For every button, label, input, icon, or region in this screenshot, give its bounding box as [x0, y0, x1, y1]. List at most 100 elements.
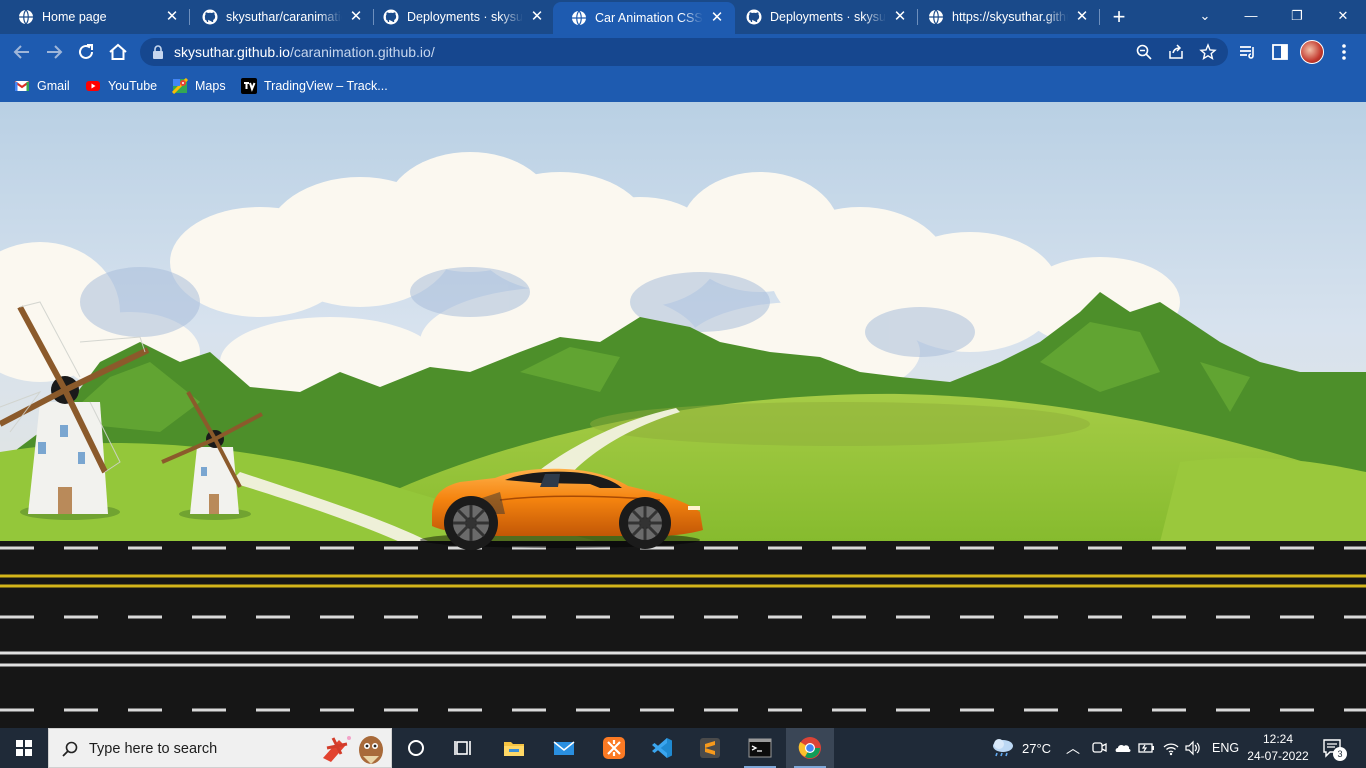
animation-scene	[0, 102, 1366, 728]
bookmark-label: Gmail	[37, 79, 70, 93]
bookmark-label: Maps	[195, 79, 226, 93]
car-animation-page	[0, 102, 1366, 728]
taskbar-xampp[interactable]	[590, 728, 638, 768]
chevron-down-icon[interactable]: ⌄	[1190, 4, 1220, 28]
volume-icon[interactable]	[1184, 739, 1202, 757]
close-icon[interactable]: ✕	[348, 9, 364, 25]
language-indicator[interactable]: ENG	[1212, 728, 1239, 768]
tab-title: Deployments · skysuthar	[770, 10, 886, 24]
tradingview-icon	[241, 78, 257, 94]
url-path: /caranimation.github.io/	[289, 44, 435, 60]
youtube-icon	[86, 81, 100, 91]
meet-now-icon[interactable]	[1091, 740, 1107, 756]
minimize-icon[interactable]: —	[1236, 4, 1266, 28]
weather-widget[interactable]: 27°C	[990, 728, 1051, 768]
close-icon[interactable]: ✕	[1074, 9, 1090, 25]
back-arrow-icon[interactable]	[10, 40, 34, 64]
tab-repository[interactable]: skysuthar/caranimation ✕	[184, 0, 374, 34]
chrome-icon	[798, 737, 821, 759]
vscode-icon	[652, 738, 672, 758]
task-view-button[interactable]	[440, 728, 488, 768]
windows-taskbar: Type here to search 27°C ︿ ENG 12:24 24-…	[0, 728, 1366, 768]
maps-icon	[172, 78, 188, 94]
clock-date: 24-07-2022	[1247, 749, 1309, 763]
new-tab-button[interactable]: +	[1108, 6, 1130, 29]
tab-divider	[1099, 9, 1100, 25]
lock-icon[interactable]	[152, 45, 164, 59]
profile-avatar[interactable]	[1300, 40, 1324, 64]
globe-icon	[929, 9, 943, 25]
close-icon[interactable]: ✕	[892, 9, 908, 25]
reading-list-icon[interactable]	[1238, 42, 1258, 62]
reload-icon[interactable]	[74, 40, 98, 64]
github-icon	[202, 9, 218, 25]
url-text[interactable]: skysuthar.github.io/caranimation.github.…	[174, 44, 435, 60]
windows-start-icon[interactable]	[0, 728, 48, 768]
sublime-text-icon	[700, 738, 720, 758]
taskbar-sublime-text[interactable]	[686, 728, 734, 768]
xampp-icon	[603, 737, 625, 759]
address-bar[interactable]: skysuthar.github.io/caranimation.github.…	[140, 38, 1228, 66]
more-options-icon[interactable]	[1334, 42, 1354, 62]
tab-strip: Home page ✕ skysuthar/caranimation ✕ Dep…	[0, 0, 1366, 34]
show-hidden-icons[interactable]: ︿	[1066, 728, 1080, 768]
taskbar-clock[interactable]: 12:24 24-07-2022	[1240, 731, 1316, 765]
weather-temp: 27°C	[1022, 740, 1052, 756]
share-icon[interactable]	[1167, 43, 1185, 61]
right-hill	[1160, 457, 1366, 542]
bookmark-label: YouTube	[108, 79, 158, 93]
task-view-icon	[454, 741, 471, 755]
tab-title: Home page	[42, 10, 107, 24]
github-icon	[746, 9, 762, 25]
url-host: skysuthar.github.io	[174, 44, 290, 60]
taskbar-search[interactable]: Type here to search	[48, 728, 392, 768]
github-icon	[383, 9, 399, 25]
tab-home-page[interactable]: Home page ✕	[0, 0, 190, 34]
taskbar-chrome[interactable]	[786, 728, 834, 768]
search-highlight-icon	[323, 736, 383, 764]
cortana-icon	[408, 740, 424, 756]
close-icon[interactable]: ✕	[709, 10, 725, 26]
battery-charging-icon[interactable]	[1138, 740, 1156, 756]
bookmark-youtube[interactable]: YouTube	[85, 77, 157, 95]
bookmark-tradingview[interactable]: TradingView – Track...	[241, 77, 388, 95]
tab-title: skysuthar/caranimation	[226, 10, 342, 24]
browser-toolbar: skysuthar.github.io/caranimation.github.…	[0, 34, 1366, 70]
close-window-icon[interactable]: ✕	[1328, 4, 1358, 28]
zoom-icon[interactable]	[1135, 43, 1153, 61]
bookmark-maps[interactable]: Maps	[172, 77, 226, 95]
hill-shade	[590, 402, 1090, 446]
bookmark-label: TradingView – Track...	[264, 79, 388, 93]
taskbar-mail[interactable]	[540, 728, 588, 768]
tab-deployments-2[interactable]: Deployments · skysuthar ✕	[728, 0, 918, 34]
cortana-button[interactable]	[392, 728, 440, 768]
terminal-icon	[748, 738, 772, 758]
tab-car-animation[interactable]: Car Animation CSS and ✕	[553, 2, 735, 34]
star-icon[interactable]	[1199, 43, 1217, 61]
close-icon[interactable]: ✕	[164, 9, 180, 25]
action-center-button[interactable]: 3	[1322, 737, 1347, 761]
wifi-icon[interactable]	[1162, 739, 1180, 757]
bookmark-gmail[interactable]: Gmail	[14, 77, 70, 95]
tab-title: Car Animation CSS and	[595, 11, 703, 25]
mail-icon	[553, 741, 575, 755]
taskbar-file-explorer[interactable]	[490, 728, 538, 768]
tab-deployments[interactable]: Deployments · skysuthar ✕	[365, 0, 555, 34]
notification-count: 3	[1333, 747, 1347, 761]
search-placeholder: Type here to search	[89, 741, 218, 757]
taskbar-vscode[interactable]	[638, 728, 686, 768]
onedrive-icon[interactable]	[1114, 740, 1132, 756]
side-panel-icon[interactable]	[1270, 42, 1290, 62]
tab-github-io[interactable]: https://skysuthar.github.io ✕	[910, 0, 1100, 34]
bookmarks-bar: Gmail YouTube Maps TradingView – Track..…	[0, 70, 1366, 102]
tab-title: Deployments · skysuthar	[407, 10, 523, 24]
language-text: ENG	[1212, 741, 1240, 755]
close-icon[interactable]: ✕	[529, 9, 545, 25]
home-icon[interactable]	[106, 40, 130, 64]
globe-icon	[572, 10, 586, 26]
restore-icon[interactable]: ❐	[1282, 4, 1312, 28]
forward-arrow-icon[interactable]	[42, 40, 66, 64]
search-icon	[62, 741, 78, 757]
road	[0, 541, 1366, 728]
taskbar-terminal[interactable]	[736, 728, 784, 768]
